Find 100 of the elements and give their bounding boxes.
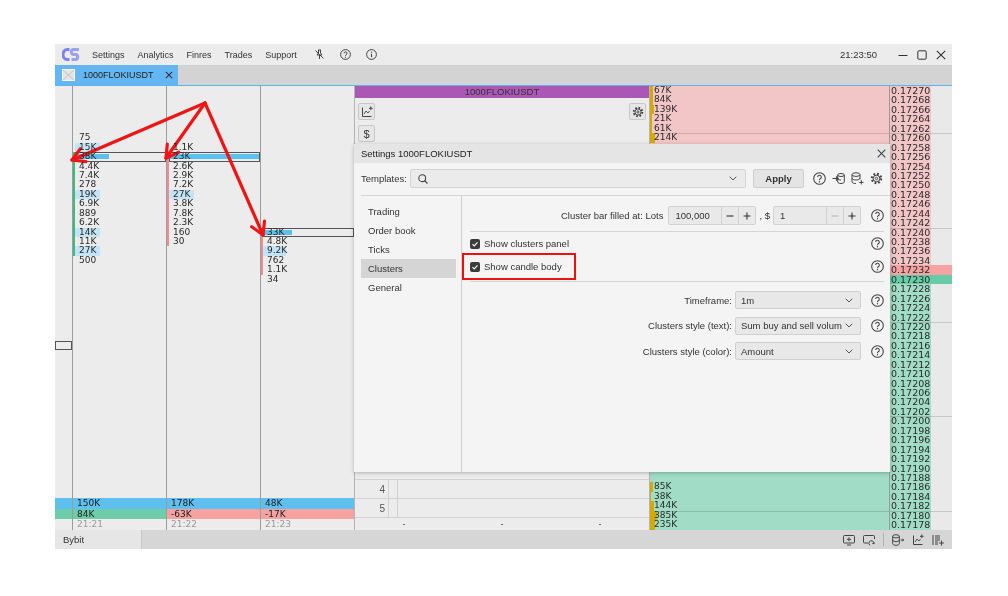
cluster-value: 7.8K (172, 208, 194, 218)
cluster-value: 4.8K (266, 237, 288, 247)
cluster-value: 23K (172, 153, 191, 161)
cluster-value: 762 (266, 255, 285, 265)
help-icon[interactable] (871, 319, 884, 332)
price-cell: 0.17260 (890, 133, 952, 143)
nav-item[interactable]: Trading (361, 202, 456, 221)
cluster-value: 1.1K (266, 265, 288, 275)
cluster-value: 11K (78, 237, 97, 246)
plus-icon[interactable] (743, 211, 752, 220)
caret-icon (843, 297, 853, 303)
cluster-value: 27K (78, 246, 97, 256)
menu-item[interactable]: Trades (224, 49, 253, 60)
cluster-value: 15K (78, 142, 97, 152)
cluster-value: 9.2K (266, 246, 288, 256)
table-cell: - (500, 519, 504, 529)
apply-button[interactable]: Apply (753, 169, 804, 188)
field-label: Timeframe: (684, 294, 732, 306)
menu-item[interactable]: Settings (92, 49, 125, 60)
cluster-value: 2.3K (172, 218, 194, 228)
add-chart-button[interactable] (358, 103, 375, 120)
database-import-icon[interactable] (832, 172, 845, 185)
chart-plus-icon[interactable] (912, 533, 924, 546)
monitor-arrow-icon[interactable] (863, 533, 875, 546)
help-icon[interactable] (813, 172, 826, 185)
field-label: Templates: (361, 173, 408, 184)
volume-value: 21K (653, 114, 672, 124)
volume-bar (55, 498, 72, 509)
database-add-icon[interactable] (851, 172, 864, 185)
volume-value: 144K (653, 501, 678, 511)
settings-icon[interactable] (870, 172, 883, 185)
logo-icon (62, 48, 80, 61)
cluster-value: 4.4K (78, 161, 100, 171)
close-icon[interactable] (877, 149, 886, 158)
nav-item[interactable]: Clusters (361, 259, 456, 278)
tab[interactable]: 1000FLOKIUSDT (55, 65, 178, 85)
price-cell: 0.17232 (890, 265, 952, 275)
cluster-value: 27K (172, 189, 191, 199)
field-label: Cluster bar filled at: Lots (561, 210, 664, 221)
currency-button[interactable]: $ (358, 125, 375, 142)
cluster-value: 3.8K (172, 199, 194, 209)
help-icon[interactable] (871, 260, 884, 273)
cluster-value: 14K (78, 227, 97, 237)
number-field[interactable]: 1 (773, 206, 861, 225)
checkbox-label[interactable]: Show clusters panel (484, 238, 570, 249)
field-label: Clusters style (color): (642, 345, 732, 357)
plus-icon[interactable] (848, 211, 856, 220)
dialog-title: Settings 1000FLOKIUSDT (361, 148, 473, 159)
cluster-value: 2.9K (172, 170, 194, 180)
checkbox-label[interactable]: Show candle body (484, 261, 562, 272)
close-icon[interactable] (936, 49, 946, 60)
dropdown[interactable]: Sum buy and sell volum (735, 316, 861, 335)
list-plus-icon[interactable] (932, 533, 944, 546)
cluster-value: 7.4K (78, 170, 100, 180)
delta-cell: 84K (73, 509, 166, 519)
cluster-value: 30 (172, 237, 185, 247)
settings-button[interactable] (629, 103, 646, 120)
checkbox[interactable] (470, 261, 480, 272)
field-label: Clusters style (text): (648, 320, 732, 331)
dropdown[interactable]: 1m (735, 291, 861, 309)
help-icon[interactable] (871, 237, 884, 250)
exchange-tab[interactable]: Bybit (55, 530, 142, 549)
database-arrow-icon[interactable] (892, 533, 904, 546)
volume-value: 85K (653, 482, 672, 492)
nav-item[interactable]: General (361, 278, 456, 297)
nav-item[interactable]: Ticks (361, 240, 456, 259)
time-label: 21:22 (170, 519, 198, 530)
checkbox[interactable] (470, 238, 480, 249)
info-icon[interactable] (365, 49, 377, 60)
help-icon[interactable] (871, 293, 884, 307)
cluster-frame (55, 340, 72, 351)
menu-item[interactable]: Finres (186, 49, 212, 60)
price-cell: 0.17230 (890, 274, 952, 285)
delta-cell: -63K (167, 509, 260, 519)
menu-item[interactable]: Support (265, 49, 297, 60)
volume-cell: 150K (73, 498, 166, 509)
time-label: 21:21 (76, 519, 104, 530)
template-search-field[interactable] (410, 169, 746, 188)
cluster-value: 19K (78, 189, 97, 199)
volume-cell: 48K (261, 498, 354, 509)
help-icon[interactable] (339, 49, 351, 60)
pin-slash-icon[interactable] (313, 49, 325, 60)
settings-icon (631, 105, 644, 118)
monitor-plus-icon[interactable] (843, 533, 855, 546)
cluster-value: 500 (78, 255, 97, 266)
maximize-icon[interactable] (917, 49, 927, 60)
help-icon[interactable] (871, 344, 884, 358)
price-cell: 0.17200 (890, 416, 952, 426)
menu-item[interactable]: Analytics (137, 49, 174, 60)
delta-cell: -17K (261, 509, 354, 519)
search-icon (418, 173, 428, 184)
help-icon[interactable] (871, 209, 884, 222)
close-icon[interactable] (165, 71, 173, 79)
row-number: 5 (379, 502, 385, 514)
dropdown[interactable]: Amount (735, 342, 861, 360)
nav-item[interactable]: Order book (361, 221, 456, 240)
panel-header: 1000FLOKIUSDT (355, 86, 649, 98)
cluster-value: 34 (266, 274, 279, 285)
number-field[interactable]: 100,000 (668, 206, 757, 225)
cluster-value: 75 (78, 133, 91, 143)
